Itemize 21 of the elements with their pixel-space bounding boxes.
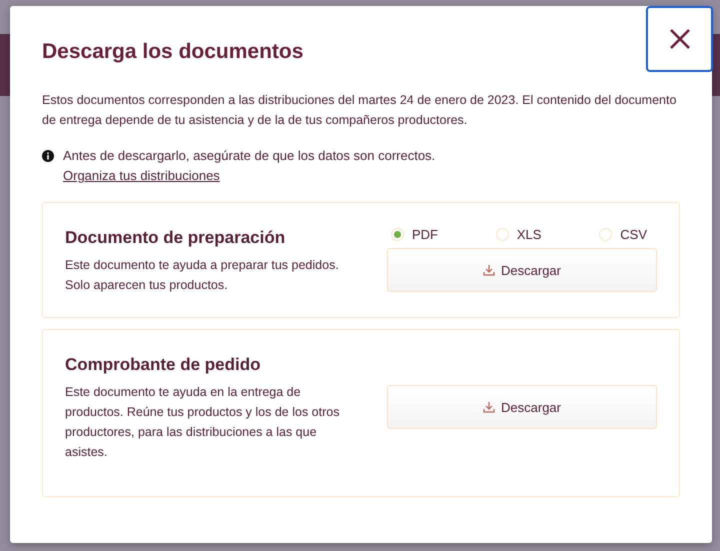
download-button[interactable]: Descargar — [387, 248, 657, 292]
card-description: Este documento te ayuda a preparar tus pedidos. Solo aparecen tus productos. — [65, 257, 340, 294]
card-title: Documento de preparación — [65, 228, 286, 248]
info-icon — [42, 150, 54, 162]
close-button[interactable] — [646, 6, 713, 72]
notice-text: Antes de descargarlo, asegúrate de que los datos son correctos. — [63, 147, 436, 165]
download-icon — [483, 401, 496, 413]
dialog-title: Descarga los documentos — [42, 40, 304, 64]
close-icon — [668, 28, 690, 50]
radio-circle[interactable] — [391, 228, 404, 241]
radio-circle[interactable] — [599, 228, 612, 241]
card-description: Este documento te ayuda en la entrega de productos. Reúne tus productos y los de los otros productores, para las distribuciones a las que asistes. — [65, 384, 340, 461]
format-radio[interactable]: PDF — [391, 227, 438, 242]
format-radio[interactable]: XLS — [496, 227, 542, 242]
organize-link[interactable]: Organiza tus distribuciones — [63, 166, 220, 186]
download-icon — [483, 264, 496, 276]
radio-circle[interactable] — [496, 228, 509, 241]
format-radio[interactable]: CSV — [599, 227, 647, 242]
intro-text: Estos documentos corresponden a las distribuciones del martes 24 de enero de 2023. El contenido del documento de entrega depende de tu asistencia y de la de tus compañeros productores. — [42, 92, 678, 129]
download-button[interactable]: Descargar — [387, 385, 657, 429]
card-title: Comprobante de pedido — [65, 355, 262, 375]
